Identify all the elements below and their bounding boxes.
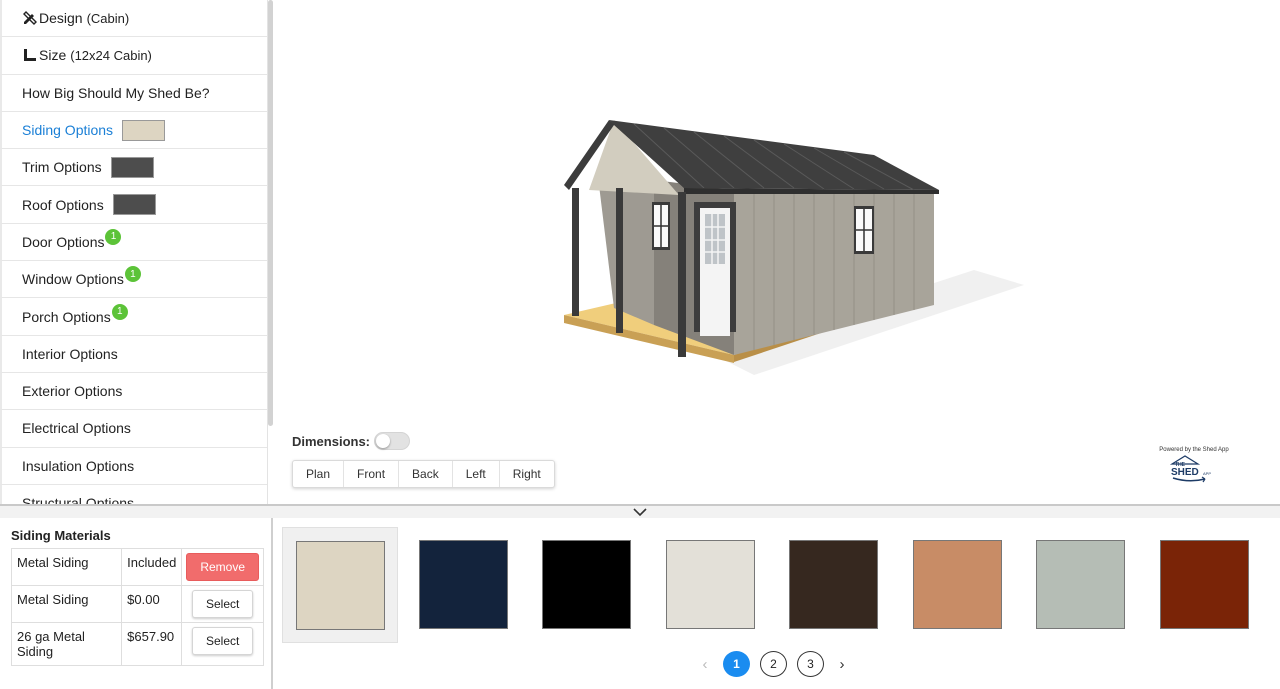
dimensions-label: Dimensions:	[292, 433, 371, 449]
sidebar-item-label: Window Options	[22, 271, 124, 288]
sidebar-item-size[interactable]: Size (12x24 Cabin)	[0, 37, 267, 75]
remove-button[interactable]: Remove	[186, 553, 259, 581]
sidebar-color-swatch	[110, 156, 154, 178]
sidebar-item-label: Interior Options	[22, 345, 118, 362]
sidebar-color-swatch	[122, 119, 166, 141]
sidebar-item-insulation-options[interactable]: Insulation Options	[0, 447, 267, 485]
color-swatch-option[interactable]	[282, 527, 398, 643]
prev-page-icon[interactable]: ‹	[697, 656, 713, 673]
sidebar-item-label: Trim Options	[22, 159, 102, 176]
sidebar-scrollbar[interactable]	[268, 0, 273, 426]
sidebar-item-interior-options[interactable]: Interior Options	[0, 335, 267, 373]
shed-app-logo: Powered by the Shed App THE SHED APP	[1154, 447, 1234, 490]
sidebar-item-label: Porch Options	[22, 308, 111, 325]
color-swatch-option[interactable]	[1023, 527, 1139, 643]
table-row: 26 ga Metal Siding $657.90 Select	[10, 622, 264, 666]
ruler-corner-icon	[22, 48, 37, 63]
count-badge: 1	[105, 228, 122, 245]
view-button-group: Plan Front Back Left Right	[292, 460, 555, 488]
color-swatch-option[interactable]	[653, 527, 769, 643]
color-swatch-option[interactable]	[1147, 527, 1263, 643]
sidebar-item-label: Electrical Options	[22, 420, 131, 437]
options-sidebar: Design (Cabin) Size (12x24 Cabin) How Big Sh…	[0, 0, 268, 506]
sidebar-item-sub: (12x24 Cabin)	[70, 47, 152, 63]
color-swatch-option[interactable]	[529, 527, 645, 643]
color-swatch	[542, 540, 631, 629]
color-swatch	[912, 540, 1002, 629]
sidebar-item-electrical-options[interactable]: Electrical Options	[0, 410, 267, 448]
page-1-button[interactable]: 1	[723, 651, 750, 677]
count-badge: 1	[124, 266, 141, 283]
material-name: Metal Siding	[10, 548, 123, 586]
material-name: 26 ga Metal Siding	[10, 622, 123, 666]
color-swatch	[1159, 540, 1249, 629]
sidebar-item-porch-options[interactable]: Porch Options 1	[0, 298, 267, 336]
sidebar-item-sub: (Cabin)	[86, 10, 130, 26]
color-swatch	[296, 541, 385, 630]
table-row: Metal Siding Included Remove	[10, 548, 264, 586]
materials-table: Metal Siding Included Remove Metal Siding $0…	[10, 548, 264, 666]
materials-title: Siding Materials	[11, 528, 111, 543]
sidebar-item-structural-options[interactable]: Structural Options	[0, 484, 267, 506]
siding-materials-panel: Siding Materials Metal Siding Included Rem…	[0, 518, 273, 689]
color-swatch-option[interactable]	[776, 527, 892, 643]
sidebar-item-label: How Big Should My Shed Be?	[22, 84, 210, 101]
next-page-icon[interactable]: ›	[834, 656, 850, 673]
dimensions-toggle[interactable]	[374, 432, 411, 450]
sidebar-item-label: Size	[39, 47, 67, 64]
select-button[interactable]: Select	[191, 590, 254, 618]
dimensions-control: Dimensions:	[292, 432, 411, 450]
sidebar-item-window-options[interactable]: Window Options 1	[0, 261, 267, 299]
material-price: $657.90	[121, 622, 183, 666]
sidebar-item-exterior-options[interactable]: Exterior Options	[0, 372, 267, 411]
sidebar-item-trim-options[interactable]: Trim Options	[0, 149, 267, 187]
color-swatch	[789, 540, 878, 629]
color-swatch	[1036, 540, 1125, 629]
pagination: ‹ 123 ›	[697, 651, 850, 677]
material-price: Included	[121, 548, 183, 586]
sidebar-color-swatch	[112, 194, 156, 216]
shed-3d-viewer[interactable]: Dimensions: Plan Front Back Left Right Power…	[274, 0, 1280, 504]
sidebar-item-label: Insulation Options	[22, 457, 135, 474]
view-back-button[interactable]: Back	[399, 461, 453, 487]
view-plan-button[interactable]: Plan	[293, 461, 345, 487]
sidebar-item-label: Design	[39, 10, 83, 27]
color-swatch	[665, 540, 755, 629]
material-action-cell: Select	[181, 622, 264, 666]
sidebar-item-how-big-should-my-shed-be[interactable]: How Big Should My Shed Be?	[0, 74, 267, 112]
sidebar-item-siding-options[interactable]: Siding Options	[0, 111, 267, 150]
view-left-button[interactable]: Left	[453, 461, 500, 487]
page-3-button[interactable]: 3	[797, 651, 824, 677]
view-right-button[interactable]: Right	[500, 461, 554, 487]
sidebar-item-label: Siding Options	[22, 122, 114, 139]
sidebar-item-roof-options[interactable]: Roof Options	[0, 186, 267, 224]
material-price: $0.00	[121, 585, 183, 623]
sidebar-item-label: Exterior Options	[22, 383, 123, 400]
logo-suffix-text: APP	[1203, 471, 1211, 476]
chevron-down-icon[interactable]	[632, 506, 648, 518]
shed-model-render[interactable]	[554, 110, 1024, 385]
color-swatch-option[interactable]	[406, 527, 522, 643]
select-button[interactable]: Select	[191, 627, 254, 655]
material-action-cell: Remove	[181, 548, 264, 586]
color-swatch-option[interactable]	[900, 527, 1016, 643]
page-2-button[interactable]: 2	[760, 651, 787, 677]
table-row: Metal Siding $0.00 Select	[10, 585, 264, 623]
material-action-cell: Select	[181, 585, 264, 623]
view-front-button[interactable]: Front	[344, 461, 400, 487]
sidebar-item-design[interactable]: Design (Cabin)	[0, 0, 267, 38]
sidebar-item-door-options[interactable]: Door Options 1	[0, 223, 267, 262]
shed-app-logo-icon: THE SHED APP	[1169, 455, 1211, 483]
sidebar-item-label: Roof Options	[22, 196, 104, 213]
color-swatch	[418, 540, 508, 629]
sidebar-item-label: Door Options	[22, 233, 105, 250]
logo-main-text: SHED	[1171, 467, 1199, 478]
pencil-ruler-icon	[22, 11, 37, 26]
count-badge: 1	[111, 303, 128, 320]
toggle-knob	[376, 434, 391, 448]
panel-collapse-bar[interactable]	[0, 504, 1280, 518]
material-name: Metal Siding	[10, 585, 123, 623]
